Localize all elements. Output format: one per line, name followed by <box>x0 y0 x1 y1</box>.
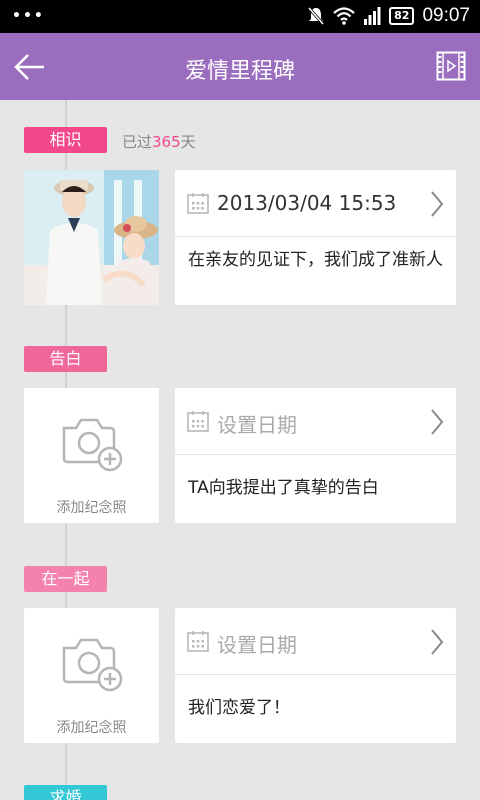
milestone-card[interactable]: 设置日期 我们恋爱了！ <box>175 608 456 743</box>
date-row[interactable]: 设置日期 <box>175 608 456 675</box>
memorial-photo[interactable] <box>24 170 159 305</box>
milestone-description: TA向我提出了真挚的告白 <box>188 478 379 498</box>
calendar-icon <box>187 631 209 652</box>
page-title: 爱情里程碑 <box>184 59 295 84</box>
milestone-tag: 在一起 <box>24 566 107 592</box>
date-row[interactable]: 2013/03/04 15:53 <box>175 170 456 237</box>
mute-icon <box>308 7 325 25</box>
chevron-right-icon <box>431 629 444 655</box>
status-bar: ••• 82 09:07 <box>0 0 480 33</box>
add-photo-button[interactable]: 添加纪念照 <box>24 608 159 743</box>
movie-icon[interactable] <box>436 51 466 81</box>
battery-indicator: 82 <box>389 7 415 25</box>
milestone-card[interactable]: 设置日期 TA向我提出了真挚的告白 <box>175 388 456 523</box>
milestone-description: 在亲友的见证下，我们成了准新人 <box>188 250 443 270</box>
elapsed-days: 已过365天 <box>122 133 196 151</box>
wifi-icon <box>333 7 355 25</box>
elapsed-days-count: 365 <box>152 133 181 151</box>
camera-add-icon <box>62 418 123 472</box>
milestone-date: 2013/03/04 15:53 <box>217 191 397 215</box>
date-row[interactable]: 设置日期 <box>175 388 456 455</box>
camera-add-icon <box>62 638 123 692</box>
couple-photo <box>24 170 159 305</box>
chevron-right-icon <box>431 191 444 217</box>
app-header: 爱情里程碑 <box>0 33 480 100</box>
milestone-tag: 相识 <box>24 127 107 153</box>
milestone-description: 我们恋爱了！ <box>188 698 290 718</box>
set-date-placeholder: 设置日期 <box>217 633 297 657</box>
add-photo-label: 添加纪念照 <box>56 500 127 516</box>
signal-icon <box>364 7 381 25</box>
notification-dots: ••• <box>12 8 45 24</box>
add-photo-button[interactable]: 添加纪念照 <box>24 388 159 523</box>
milestone-card[interactable]: 2013/03/04 15:53 在亲友的见证下，我们成了准新人 <box>175 170 456 305</box>
add-photo-label: 添加纪念照 <box>56 720 127 736</box>
chevron-right-icon <box>431 409 444 435</box>
calendar-icon <box>187 193 209 214</box>
milestone-tag: 求婚 <box>24 785 107 800</box>
milestone-tag: 告白 <box>24 346 107 372</box>
calendar-icon <box>187 411 209 432</box>
set-date-placeholder: 设置日期 <box>217 413 297 437</box>
status-time: 09:07 <box>422 5 470 26</box>
